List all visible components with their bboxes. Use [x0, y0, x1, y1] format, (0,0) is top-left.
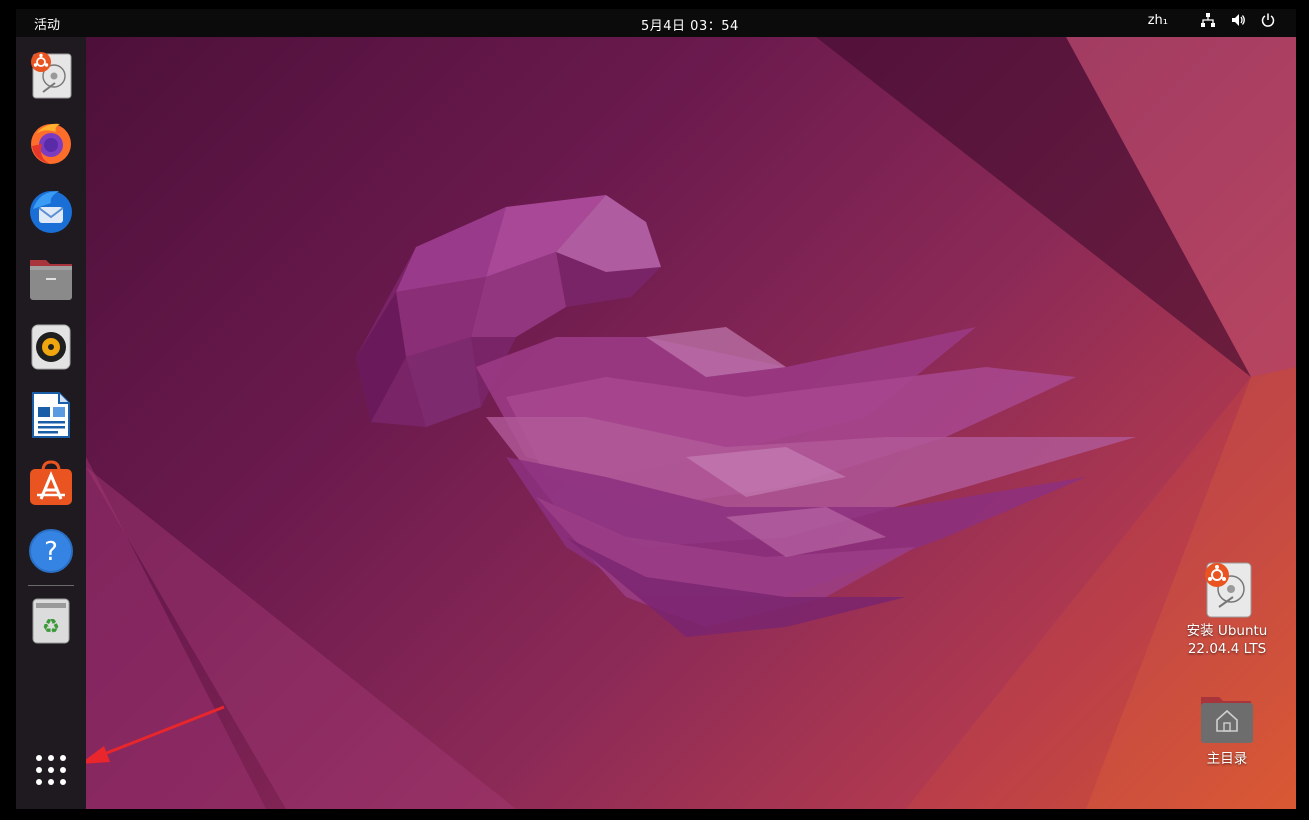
dock-item-thunderbird[interactable] — [25, 185, 77, 237]
show-applications-button[interactable] — [25, 744, 77, 796]
red-arrow-annotation — [80, 705, 225, 764]
dock-item-trash[interactable]: ♻ — [25, 595, 77, 647]
firefox-icon — [31, 123, 71, 164]
desktop[interactable]: 安装 Ubuntu 22.04.4 LTS 主目录 — [16, 37, 1296, 809]
volume-icon[interactable] — [1230, 12, 1246, 28]
grid-icon — [36, 755, 66, 785]
input-method-indicator[interactable]: zh₁ — [1148, 13, 1168, 28]
system-tray[interactable]: zh₁ — [1148, 12, 1276, 28]
desktop-icon-label-line1: 安装 Ubuntu — [1186, 623, 1268, 639]
network-icon[interactable] — [1200, 12, 1216, 28]
svg-text:?: ? — [44, 537, 58, 567]
desktop-icon-label: 主目录 — [1206, 751, 1248, 767]
top-bar: 活动 5月4日 03：54 zh₁ — [16, 9, 1296, 37]
desktop-icon-install-ubuntu[interactable]: 安装 Ubuntu 22.04.4 LTS — [1177, 559, 1277, 658]
dock-item-ubuntu-installer[interactable] — [25, 49, 77, 101]
desktop-icon-home[interactable]: 主目录 — [1177, 689, 1277, 768]
jellyfish-wallpaper — [86, 37, 1296, 809]
help-icon: ? — [29, 529, 73, 573]
dock-separator — [28, 585, 74, 586]
dock-item-firefox[interactable] — [25, 117, 77, 169]
dock-item-libreoffice-writer[interactable] — [25, 389, 77, 441]
thunderbird-icon — [30, 191, 72, 233]
dock-item-ubuntu-software[interactable] — [25, 457, 77, 509]
dock-item-files[interactable] — [25, 253, 77, 305]
dock: ? ♻ — [16, 37, 86, 809]
desktop-icon-label-line2: 22.04.4 LTS — [1187, 641, 1267, 658]
dock-item-help[interactable]: ? — [25, 525, 77, 577]
writer-icon — [32, 392, 70, 438]
clock[interactable]: 5月4日 03：54 — [641, 15, 739, 34]
svg-text:♻: ♻ — [42, 614, 60, 638]
power-icon[interactable] — [1260, 12, 1276, 28]
activities-button[interactable]: 活动 — [34, 14, 60, 33]
files-icon — [30, 260, 72, 300]
software-icon — [30, 460, 72, 505]
rhythmbox-icon — [31, 324, 71, 370]
installer-icon — [31, 52, 72, 99]
installer-icon — [1205, 562, 1252, 618]
home-folder-icon — [1201, 697, 1253, 743]
trash-icon: ♻ — [32, 598, 70, 644]
dock-item-rhythmbox[interactable] — [25, 321, 77, 373]
